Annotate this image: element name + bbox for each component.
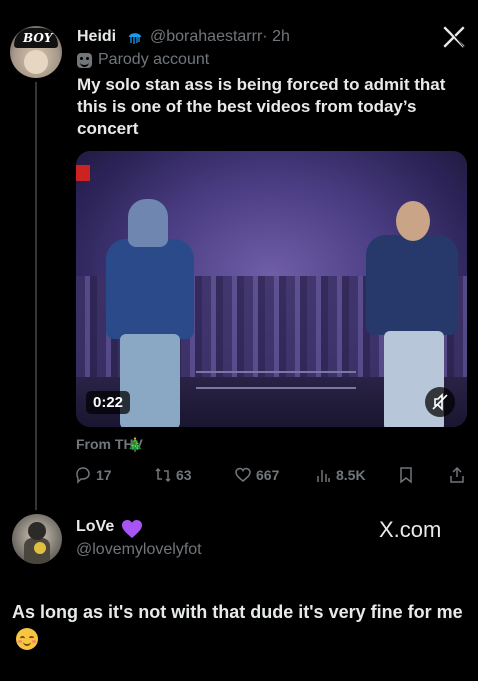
analytics-icon bbox=[317, 470, 330, 482]
view-count: 8.5K bbox=[336, 467, 366, 483]
christmas-tree-icon: 🎄 bbox=[127, 437, 144, 452]
video-rail bbox=[196, 371, 356, 389]
avatar-flowers bbox=[34, 542, 46, 554]
purple-heart-icon bbox=[122, 520, 142, 538]
parody-mask-icon bbox=[77, 52, 92, 68]
author-name[interactable]: Heidi bbox=[77, 28, 116, 46]
x-com-watermark: X.com bbox=[379, 517, 442, 542]
like-count: 667 bbox=[256, 467, 280, 483]
tweet-actions: 17 63 667 8.5K bbox=[74, 466, 466, 488]
muted-speaker-icon bbox=[432, 393, 448, 411]
bookmark-button[interactable] bbox=[397, 466, 415, 484]
share-icon bbox=[450, 466, 464, 483]
reply-text: As long as it's not with that dude it's … bbox=[12, 598, 472, 654]
tweet-time: · 2h bbox=[262, 28, 290, 45]
reply-author-name[interactable]: LoVe bbox=[76, 518, 114, 536]
mute-button[interactable] bbox=[425, 387, 455, 417]
share-button[interactable] bbox=[448, 466, 466, 484]
thread-line bbox=[35, 82, 37, 510]
author-handle[interactable]: @borahaestarrr· 2h bbox=[150, 28, 290, 46]
reply-author-avatar[interactable] bbox=[12, 514, 62, 564]
retweet-icon bbox=[155, 467, 171, 483]
avatar-face bbox=[24, 50, 48, 74]
author-avatar[interactable]: BOY bbox=[10, 26, 62, 78]
heart-icon bbox=[235, 467, 251, 482]
video-corner-tag bbox=[76, 165, 90, 181]
like-button[interactable]: 667 bbox=[234, 466, 279, 484]
tweet-video[interactable]: 0:22 bbox=[76, 151, 467, 427]
reply-text-body: As long as it's not with that dude it's … bbox=[12, 602, 463, 622]
tweet-text: My solo stan ass is being forced to admi… bbox=[77, 75, 446, 138]
video-duration: 0:22 bbox=[86, 391, 131, 414]
retweet-count: 63 bbox=[176, 467, 192, 483]
avatar-head bbox=[28, 522, 46, 540]
reply-author-handle[interactable]: @lovemylovelyfot bbox=[76, 541, 202, 559]
views-button[interactable]: 8.5K bbox=[314, 466, 366, 484]
avatar-cap-text: BOY bbox=[23, 31, 53, 45]
x-logo-icon[interactable] bbox=[441, 24, 467, 50]
reply-button[interactable]: 17 bbox=[74, 466, 112, 484]
relieved-face-icon bbox=[16, 628, 38, 650]
retweet-button[interactable]: 63 bbox=[154, 466, 192, 484]
reply-count: 17 bbox=[96, 467, 112, 483]
parody-account-label: Parody account bbox=[77, 51, 209, 69]
bookmark-icon bbox=[400, 467, 412, 484]
jellyfish-badge-icon bbox=[129, 33, 141, 44]
reply-icon bbox=[76, 467, 90, 484]
parody-label-text: Parody account bbox=[98, 51, 210, 68]
author-handle-text: @borahaestarrr bbox=[150, 28, 263, 45]
